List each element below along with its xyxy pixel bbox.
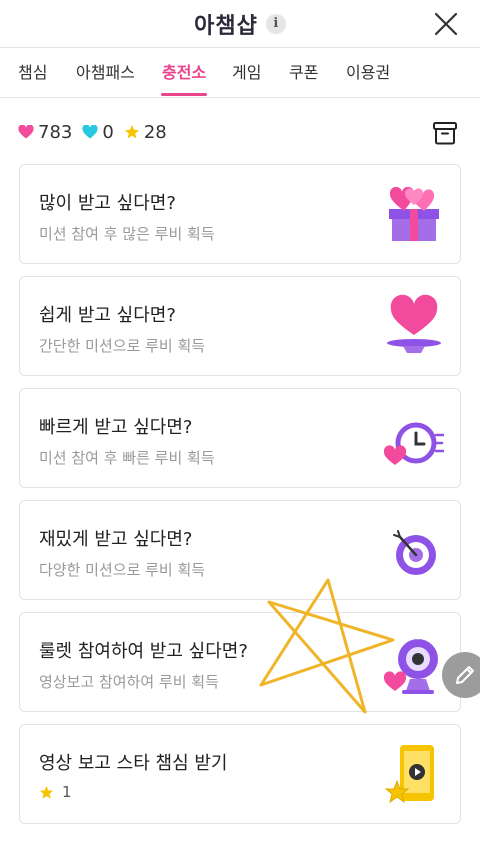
card-title: 룰렛 참여하여 받고 싶다면? <box>39 641 248 662</box>
fast-clock-icon <box>384 422 444 465</box>
currency-summary: 783 0 28 <box>18 118 177 146</box>
pink-heart-balance: 783 <box>18 122 72 143</box>
star-icon <box>124 125 139 139</box>
edit-button[interactable] <box>442 652 480 698</box>
gift-hearts-icon <box>389 186 439 241</box>
top-bar: 아챔샵 i <box>0 0 480 48</box>
card-title: 많이 받고 싶다면? <box>39 193 176 214</box>
star-count: 28 <box>143 121 167 143</box>
blue-heart-icon <box>82 125 98 139</box>
archive-box-icon[interactable] <box>432 120 458 146</box>
card-subtitle: 영상보고 참여하여 루비 획득 <box>39 673 219 691</box>
tab-coupon[interactable]: 쿠폰 <box>289 48 318 98</box>
card-title: 쉽게 받고 싶다면? <box>39 305 176 326</box>
webcam-roulette-icon <box>384 634 438 694</box>
close-icon[interactable] <box>432 10 460 38</box>
card-subtitle: 미션 참여 후 많은 루비 획득 <box>39 225 215 243</box>
mission-card-many[interactable]: 많이 받고 싶다면? 미션 참여 후 많은 루비 획득 <box>19 164 461 264</box>
mission-card-roulette[interactable]: 룰렛 참여하여 받고 싶다면? 영상보고 참여하여 루비 획득 <box>19 612 461 712</box>
mission-card-fast[interactable]: 빠르게 받고 싶다면? 미션 참여 후 빠른 루비 획득 <box>19 388 461 488</box>
pencil-icon <box>456 666 474 684</box>
blue-heart-balance: 0 <box>82 121 114 143</box>
card-subtitle: 미션 참여 후 빠른 루비 획득 <box>39 449 215 467</box>
heart-plate-icon <box>387 294 441 353</box>
blue-heart-count: 0 <box>102 121 114 143</box>
tab-charging-station[interactable]: 충전소 <box>160 48 208 98</box>
pink-heart-count: 783 <box>38 121 73 143</box>
target-icon <box>393 530 436 575</box>
tab-bar: 챔심 아챔패스 충전소 게임 쿠폰 이용권 <box>0 48 480 98</box>
pink-heart-icon <box>18 125 34 139</box>
card-subtitle: 다양한 미션으로 루비 획득 <box>39 561 206 579</box>
card-subtitle: 간단한 미션으로 루비 획득 <box>39 337 206 355</box>
card-title: 빠르게 받고 싶다면? <box>39 417 193 438</box>
tab-champ-heart[interactable]: 챔심 <box>18 48 47 98</box>
info-icon[interactable]: i <box>265 13 286 34</box>
page-title: 아챔샵 <box>194 13 258 39</box>
mission-card-fun[interactable]: 재밌게 받고 싶다면? 다양한 미션으로 루비 획득 <box>19 500 461 600</box>
card-title: 재밌게 받고 싶다면? <box>39 529 193 550</box>
tab-pass-ticket[interactable]: 이용권 <box>346 48 390 98</box>
star-icon <box>39 785 54 799</box>
mission-card-video-star[interactable]: 영상 보고 스타 챔심 받기 1 <box>19 724 461 824</box>
card-title: 영상 보고 스타 챔심 받기 <box>39 753 228 774</box>
tab-game[interactable]: 게임 <box>232 48 261 98</box>
mission-card-easy[interactable]: 쉽게 받고 싶다면? 간단한 미션으로 루비 획득 <box>19 276 461 376</box>
tab-achamp-pass[interactable]: 아챔패스 <box>76 48 135 98</box>
star-reward: 1 <box>39 783 72 801</box>
video-star-icon <box>384 745 434 804</box>
star-balance: 28 <box>124 122 167 143</box>
star-reward-count: 1 <box>62 783 72 801</box>
